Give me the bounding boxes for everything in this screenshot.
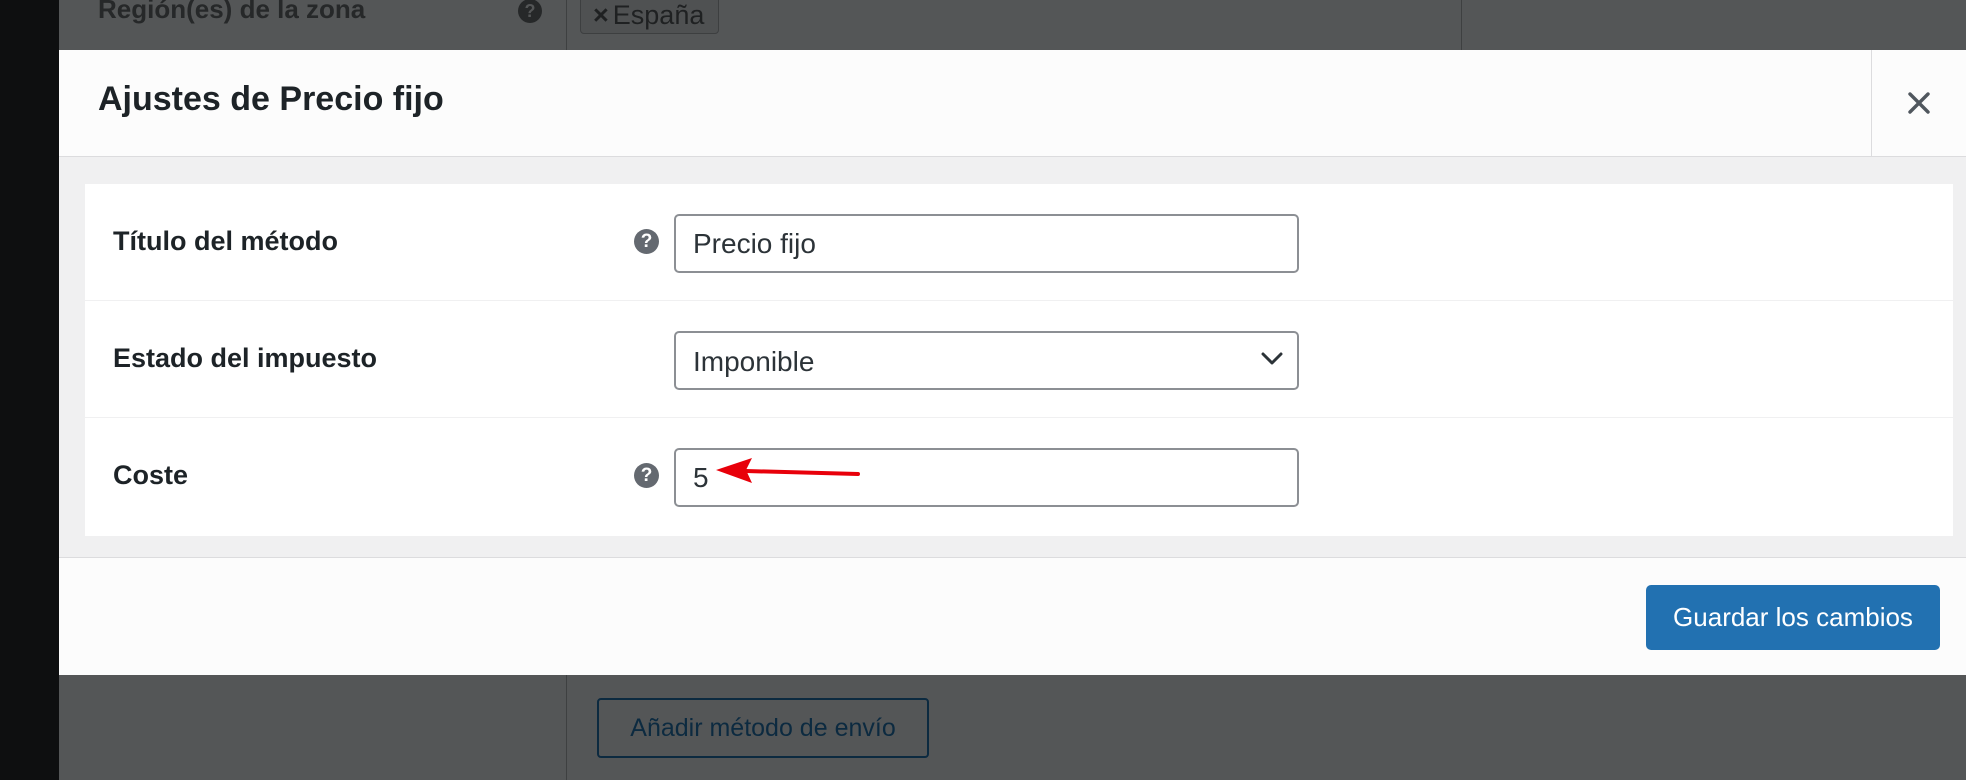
close-button[interactable]: [1871, 50, 1966, 156]
modal-header: Ajustes de Precio fijo: [59, 50, 1966, 157]
setting-row-tax-status: Estado del impuesto Imponible: [85, 301, 1953, 418]
help-icon[interactable]: ?: [634, 463, 659, 488]
red-arrow-annotation: [716, 458, 860, 483]
background-divider: [566, 0, 567, 50]
add-shipping-method-button: Añadir método de envío: [597, 698, 929, 758]
region-chip: × España: [580, 0, 720, 34]
method-title-label: Título del método: [113, 226, 338, 256]
background-divider: [566, 675, 567, 780]
flat-rate-settings-modal: Ajustes de Precio fijo Título del método…: [59, 50, 1966, 675]
help-icon[interactable]: ?: [634, 229, 659, 254]
cost-label: Coste: [113, 460, 189, 490]
settings-table: Título del método ? Estado del impuesto …: [85, 184, 1953, 536]
modal-footer: Guardar los cambios: [59, 557, 1966, 675]
method-title-input[interactable]: [674, 214, 1299, 273]
remove-chip-icon: ×: [593, 0, 609, 30]
tax-status-select[interactable]: Imponible: [674, 331, 1299, 390]
region-label: Región(es) de la zona: [98, 0, 366, 24]
setting-row-title: Título del método ?: [85, 184, 1953, 301]
tax-status-selected-value: Imponible: [693, 346, 815, 377]
modal-title: Ajustes de Precio fijo: [98, 80, 444, 118]
setting-row-cost: Coste ?: [85, 418, 1953, 535]
help-icon: ?: [518, 0, 542, 23]
close-icon: [1908, 92, 1930, 114]
tax-status-label: Estado del impuesto: [113, 343, 378, 373]
save-changes-button[interactable]: Guardar los cambios: [1646, 585, 1940, 650]
background-divider: [1461, 0, 1462, 50]
modal-body: Título del método ? Estado del impuesto …: [59, 157, 1966, 607]
region-chip-label: España: [612, 0, 705, 30]
chevron-down-icon: [1261, 352, 1283, 365]
